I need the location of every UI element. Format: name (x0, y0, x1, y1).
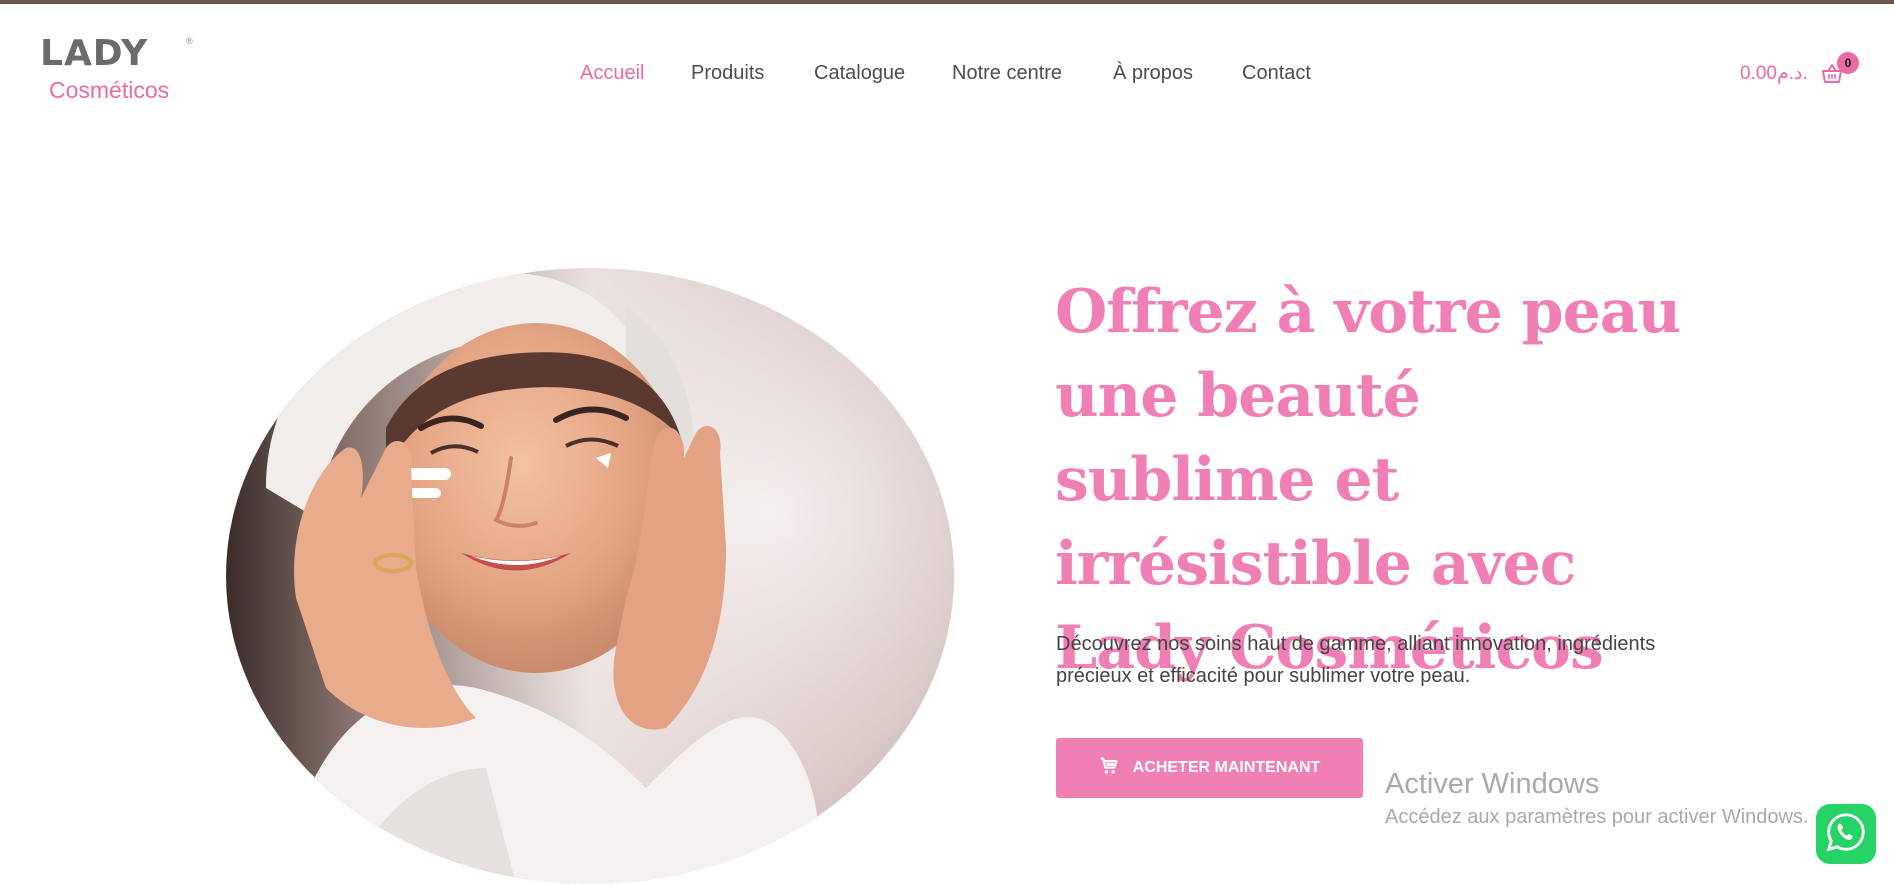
hero-title: Offrez à votre peau une beauté sublime e… (1055, 277, 1681, 683)
whatsapp-button[interactable] (1816, 804, 1876, 864)
nav-item-notre-centre[interactable]: Notre centre (952, 58, 1062, 88)
nav-item-a-propos[interactable]: À propos (1113, 58, 1193, 88)
nav-item-accueil[interactable]: Accueil (580, 58, 644, 88)
hero-image (226, 268, 954, 884)
watermark-subtitle: Accédez aux paramètres pour activer Wind… (1385, 806, 1809, 828)
buy-now-label: Acheter maintenant (1132, 759, 1321, 776)
windows-activation-watermark: Activer Windows Accédez aux paramètres p… (1385, 766, 1809, 832)
cart-icon (1099, 756, 1119, 781)
main-navigation: Accueil Produits Catalogue Notre centre … (0, 58, 1894, 88)
logo-registered-mark: ® (186, 36, 193, 46)
buy-now-button[interactable]: Acheter maintenant (1056, 738, 1363, 798)
nav-item-catalogue[interactable]: Catalogue (814, 58, 905, 88)
whatsapp-icon (1823, 809, 1869, 860)
top-accent-bar (0, 0, 1894, 4)
hero-description: Découvrez nos soins haut de gamme, allia… (1056, 633, 1656, 687)
cart-total[interactable]: 0.00د.م. (1740, 60, 1808, 88)
nav-item-produits[interactable]: Produits (691, 58, 764, 88)
nav-item-contact[interactable]: Contact (1242, 58, 1311, 88)
watermark-title: Activer Windows (1385, 768, 1600, 800)
cart-count-badge: 0 (1837, 52, 1859, 74)
